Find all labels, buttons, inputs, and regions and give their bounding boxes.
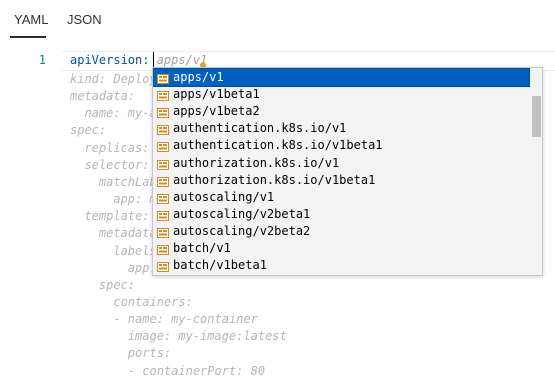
suggestion-label: autoscaling/v2beta2 (173, 223, 311, 238)
property-icon (157, 157, 169, 170)
placeholder-line: - containerPort: 80 (70, 363, 266, 378)
suggestion-label: batch/v1 (173, 241, 231, 255)
suggestion-label: apps/v1beta2 (173, 104, 260, 119)
suggestion-label: authorization.k8s.io/v1 (173, 155, 340, 170)
suggestion-item[interactable]: autoscaling/v2beta1 (153, 206, 529, 223)
suggestion-label: authentication.k8s.io/v1 (173, 121, 347, 136)
suggestion-label: apps/v1 (173, 70, 224, 84)
placeholder-line: spec: (70, 123, 107, 138)
placeholder-line: containers: (70, 294, 193, 309)
suggestion-item[interactable]: authorization.k8s.io/v1 (153, 155, 529, 172)
property-icon (157, 259, 169, 273)
property-icon (157, 191, 169, 204)
placeholder-line: metadata: (70, 89, 136, 104)
placeholder-line: ports: (70, 346, 172, 361)
property-icon (157, 122, 169, 136)
text-cursor (153, 52, 154, 68)
property-icon (157, 139, 169, 153)
active-tab-indicator (10, 36, 46, 38)
placeholder-line: kind: Deploy (70, 72, 157, 86)
api-version-key: apiVersion: (70, 53, 157, 67)
property-icon (157, 225, 169, 238)
placeholder-line: labels (70, 243, 157, 258)
placeholder-line: matchLab (70, 174, 157, 189)
suggestion-item[interactable]: apps/v1beta2 (153, 103, 529, 120)
property-icon (157, 242, 169, 255)
property-icon (157, 88, 169, 102)
placeholder-line: selector: (70, 157, 150, 172)
suggestion-label: apps/v1beta1 (173, 87, 260, 102)
tab-yaml[interactable]: YAML (14, 12, 48, 27)
placeholder-line: replicas: (70, 140, 150, 155)
placeholder-line: spec: (70, 277, 136, 292)
suggestion-item[interactable]: batch/v1 (153, 240, 529, 257)
suggest-widget: apps/v1 apps/v1beta1 apps/v1beta2 authentic… (152, 67, 543, 276)
suggestion-label: autoscaling/v1 (173, 189, 275, 204)
placeholder-line: app: (70, 260, 157, 275)
tab-bar: YAML JSON (0, 0, 555, 40)
placeholder-line: name: my-a (70, 106, 157, 121)
suggestion-item[interactable]: apps/v1 (153, 68, 530, 87)
suggestion-item[interactable]: apps/v1beta1 (153, 86, 529, 103)
tab-json[interactable]: JSON (67, 12, 102, 27)
suggestion-item[interactable]: batch/v1beta1 (153, 257, 529, 274)
scrollbar-thumb[interactable] (532, 96, 541, 137)
property-icon (157, 208, 169, 221)
suggestion-item[interactable]: authentication.k8s.io/v1beta1 (153, 137, 529, 154)
placeholder-line: metadata (70, 226, 157, 241)
placeholder-line: - name: my-container (70, 312, 258, 327)
placeholder-line: app: m (70, 192, 157, 207)
suggestion-item[interactable]: autoscaling/v1 (153, 189, 529, 206)
suggestion-item[interactable]: authentication.k8s.io/v1 (153, 120, 529, 137)
property-icon (157, 71, 169, 84)
suggestion-label: autoscaling/v2beta1 (173, 206, 311, 221)
suggestion-label: authentication.k8s.io/v1beta1 (173, 138, 383, 153)
suggestion-label: batch/v1beta1 (173, 258, 267, 273)
line-number: 1 (38, 53, 46, 67)
suggestion-item[interactable]: authorization.k8s.io/v1beta1 (153, 172, 529, 189)
suggest-scrollbar[interactable] (532, 68, 542, 275)
property-icon (157, 174, 169, 187)
suggestion-label: authorization.k8s.io/v1beta1 (173, 172, 376, 187)
suggestion-item[interactable]: autoscaling/v2beta2 (153, 223, 529, 240)
placeholder-line: template: (70, 209, 150, 224)
property-icon (157, 105, 169, 119)
placeholder-line: image: my-image:latest (70, 329, 287, 344)
